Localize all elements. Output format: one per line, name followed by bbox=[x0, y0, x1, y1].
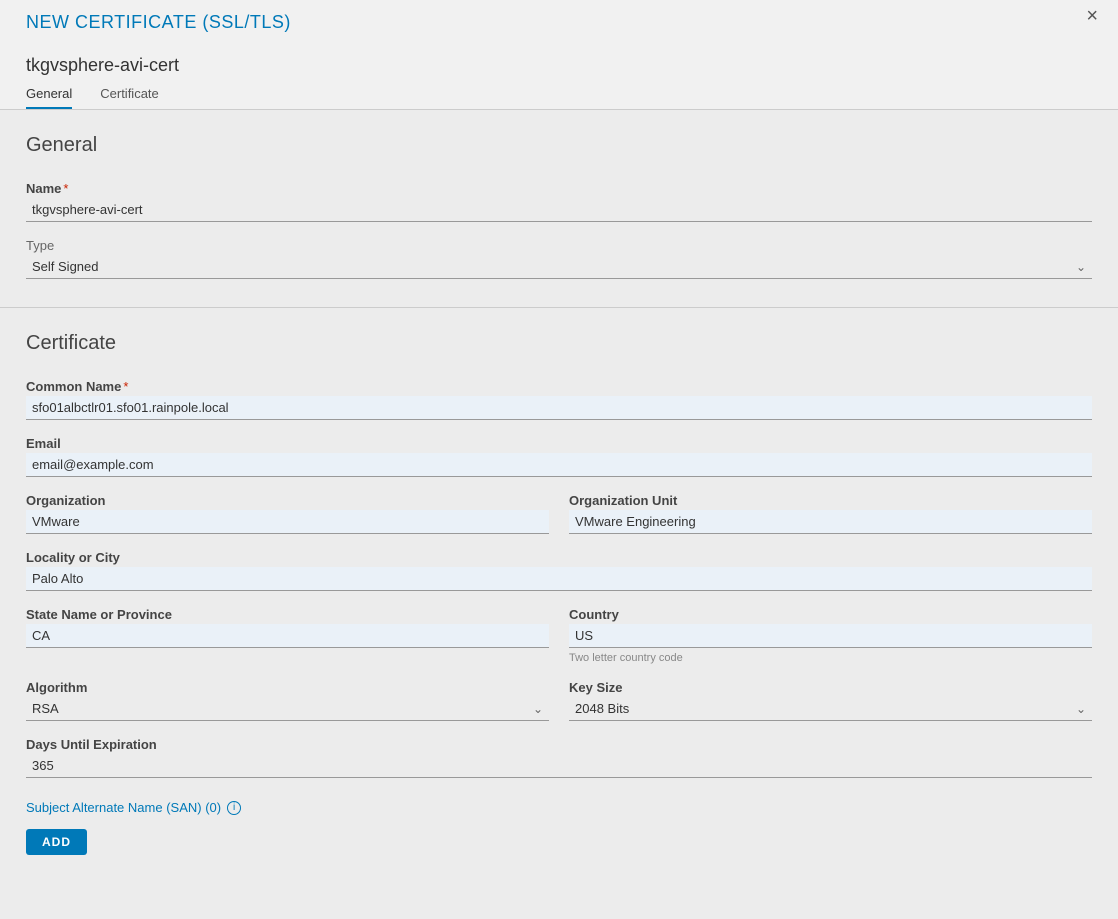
tab-certificate[interactable]: Certificate bbox=[100, 86, 159, 110]
algorithm-select[interactable] bbox=[26, 697, 549, 721]
section-title-general: General bbox=[26, 134, 1092, 157]
section-general: General Name* Type ⌄ bbox=[0, 110, 1118, 307]
email-label: Email bbox=[26, 436, 1092, 451]
tab-bar: General Certificate bbox=[26, 86, 1092, 110]
common-name-label: Common Name* bbox=[26, 379, 1092, 394]
section-title-certificate: Certificate bbox=[26, 332, 1092, 355]
country-input[interactable] bbox=[569, 624, 1092, 648]
locality-input[interactable] bbox=[26, 567, 1092, 591]
modal-header: NEW CERTIFICATE (SSL/TLS) × tkgvsphere-a… bbox=[0, 0, 1118, 110]
locality-label: Locality or City bbox=[26, 550, 1092, 565]
state-input[interactable] bbox=[26, 624, 549, 648]
name-label-text: Name bbox=[26, 181, 61, 196]
san-heading[interactable]: Subject Alternate Name (SAN) (0) i bbox=[26, 800, 241, 815]
email-input[interactable] bbox=[26, 453, 1092, 477]
common-name-input[interactable] bbox=[26, 396, 1092, 420]
name-label: Name* bbox=[26, 181, 1092, 196]
info-icon[interactable]: i bbox=[227, 801, 241, 815]
days-until-expiration-input[interactable] bbox=[26, 754, 1092, 778]
certificate-name-subtitle: tkgvsphere-avi-cert bbox=[26, 55, 1092, 76]
modal-title: NEW CERTIFICATE (SSL/TLS) bbox=[26, 12, 291, 33]
type-label: Type bbox=[26, 238, 1092, 253]
state-label: State Name or Province bbox=[26, 607, 549, 622]
name-input[interactable] bbox=[26, 198, 1092, 222]
country-helper-text: Two letter country code bbox=[569, 652, 1092, 664]
common-name-label-text: Common Name bbox=[26, 379, 121, 394]
organization-unit-input[interactable] bbox=[569, 510, 1092, 534]
new-certificate-modal: NEW CERTIFICATE (SSL/TLS) × tkgvsphere-a… bbox=[0, 0, 1118, 919]
section-certificate: Certificate Common Name* Email Organizat… bbox=[0, 307, 1118, 883]
organization-label: Organization bbox=[26, 493, 549, 508]
key-size-label: Key Size bbox=[569, 680, 1092, 695]
san-label-text: Subject Alternate Name (SAN) (0) bbox=[26, 800, 221, 815]
type-select[interactable] bbox=[26, 255, 1092, 279]
organization-unit-label: Organization Unit bbox=[569, 493, 1092, 508]
close-icon[interactable]: × bbox=[1082, 6, 1102, 26]
modal-body: General Name* Type ⌄ bbox=[0, 110, 1118, 919]
organization-input[interactable] bbox=[26, 510, 549, 534]
key-size-select[interactable] bbox=[569, 697, 1092, 721]
add-san-button[interactable]: ADD bbox=[26, 829, 87, 855]
tab-general[interactable]: General bbox=[26, 86, 72, 110]
country-label: Country bbox=[569, 607, 1092, 622]
days-until-expiration-label: Days Until Expiration bbox=[26, 737, 1092, 752]
algorithm-label: Algorithm bbox=[26, 680, 549, 695]
